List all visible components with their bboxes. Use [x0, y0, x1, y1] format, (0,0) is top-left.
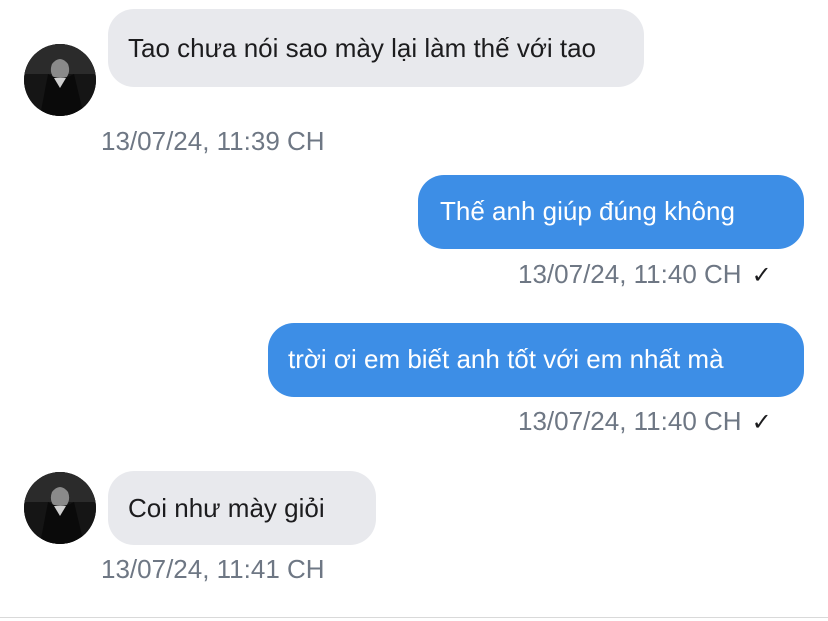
check-icon: ✓	[751, 262, 772, 289]
message-text: Thế anh giúp đúng không	[440, 196, 735, 226]
check-icon: ✓	[751, 409, 772, 436]
avatar[interactable]	[24, 472, 96, 544]
message-text: trời ơi em biết anh tốt với em nhất mà	[288, 344, 724, 374]
message-bubble-outgoing[interactable]: trời ơi em biết anh tốt với em nhất mà	[268, 323, 804, 397]
message-bubble-incoming[interactable]: Coi như mày giỏi	[108, 471, 376, 545]
avatar[interactable]	[24, 44, 96, 116]
message-timestamp: 13/07/24, 11:41 CH	[101, 554, 325, 584]
avatar-photo-icon	[24, 44, 96, 116]
message-bubble-outgoing[interactable]: Thế anh giúp đúng không	[418, 175, 804, 249]
message-timestamp: 13/07/24, 11:39 CH	[101, 126, 325, 156]
divider	[0, 617, 828, 618]
message-text: Tao chưa nói sao mày lại làm thế với tao	[128, 33, 597, 63]
chat-thread: Tao chưa nói sao mày lại làm thế với tao…	[0, 0, 828, 621]
message-timestamp: 13/07/24, 11:40 CH ✓	[518, 405, 772, 439]
avatar-photo-icon	[24, 472, 96, 544]
message-text: Coi như mày giỏi	[128, 493, 325, 523]
message-bubble-incoming[interactable]: Tao chưa nói sao mày lại làm thế với tao	[108, 9, 644, 87]
message-timestamp: 13/07/24, 11:40 CH ✓	[518, 258, 772, 292]
